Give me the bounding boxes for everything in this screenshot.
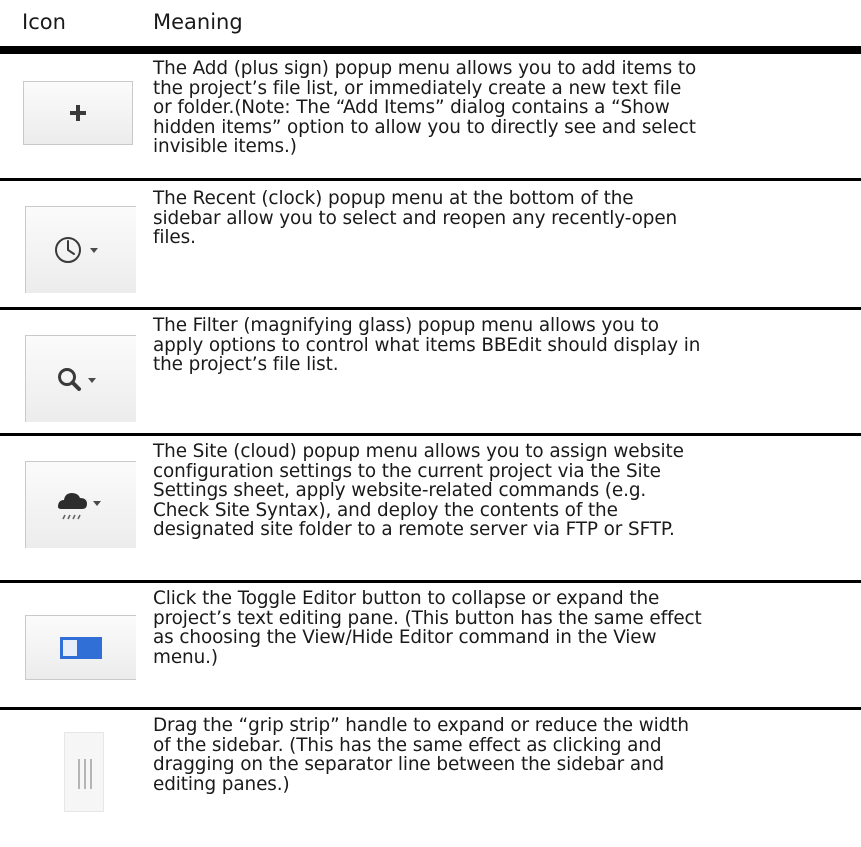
table-header: Icon Meaning <box>0 0 861 50</box>
row-description: The Add (plus sign) popup menu allows yo… <box>153 58 697 158</box>
table-row: Click the Toggle Editor button to collap… <box>0 583 861 708</box>
meaning-column-header: Meaning <box>153 10 243 34</box>
icon-column-header: Icon <box>22 10 66 34</box>
add-button <box>23 81 133 145</box>
table-row: The Recent (clock) popup menu at the bot… <box>0 181 861 308</box>
toggle-editor-icon <box>60 636 102 659</box>
filter-button <box>25 335 136 422</box>
row-description: The Site (cloud) popup menu allows you t… <box>153 441 684 541</box>
clock-icon <box>55 237 98 263</box>
recent-button <box>25 206 136 293</box>
cloud-icon <box>58 493 101 520</box>
magnifying-glass-icon <box>58 368 96 391</box>
grip-strip-handle <box>64 732 104 812</box>
plus-icon <box>70 105 86 121</box>
chevron-down-icon <box>90 248 98 253</box>
chevron-down-icon <box>88 378 96 383</box>
site-button <box>25 461 136 548</box>
header-divider <box>0 46 861 54</box>
grip-strip-icon <box>78 759 92 789</box>
table-row: Drag the “grip strip” handle to expand o… <box>0 710 861 847</box>
table-row: The Filter (magnifying glass) popup menu… <box>0 310 861 434</box>
row-description: The Filter (magnifying glass) popup menu… <box>153 315 701 376</box>
row-description: Drag the “grip strip” handle to expand o… <box>153 715 689 795</box>
table-row: The Add (plus sign) popup menu allows yo… <box>0 54 861 179</box>
row-description: Click the Toggle Editor button to collap… <box>153 588 702 668</box>
row-description: The Recent (clock) popup menu at the bot… <box>153 188 678 249</box>
table-row: The Site (cloud) popup menu allows you t… <box>0 436 861 580</box>
toggle-editor-button <box>25 615 136 680</box>
chevron-down-icon <box>93 501 101 506</box>
